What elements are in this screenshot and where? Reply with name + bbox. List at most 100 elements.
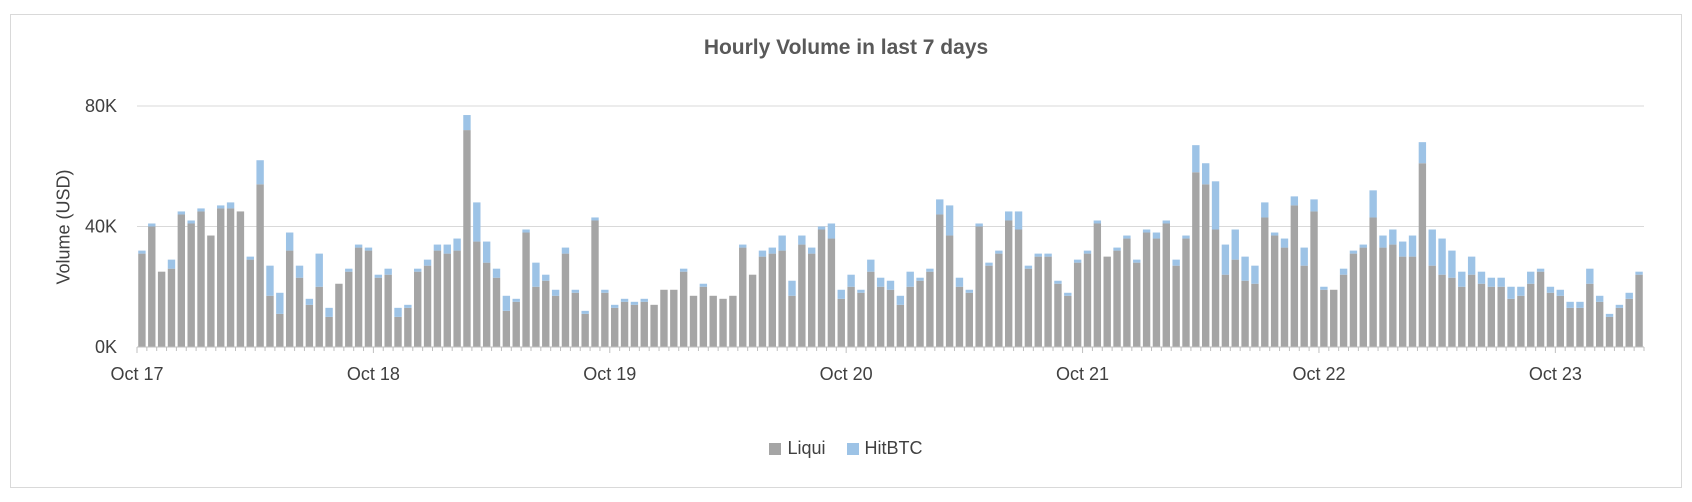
bar-liqui	[847, 286, 855, 347]
bar-liqui	[660, 289, 668, 347]
bar-hitbtc	[1458, 271, 1466, 287]
bar-hitbtc	[1280, 238, 1289, 248]
bar-liqui	[1152, 238, 1161, 347]
bar-liqui	[443, 253, 451, 347]
bar-hitbtc	[817, 226, 826, 230]
bar-hitbtc	[995, 250, 1003, 254]
bar-hitbtc	[542, 274, 550, 281]
bar-liqui	[1586, 283, 1594, 347]
bar-liqui	[926, 271, 934, 347]
bar-hitbtc	[148, 223, 156, 227]
bars	[138, 115, 1643, 347]
bar-hitbtc	[364, 247, 373, 251]
bar-liqui	[1556, 295, 1564, 347]
y-tick-label: 80K	[85, 96, 117, 116]
bar-liqui	[581, 313, 589, 347]
bar-liqui	[1448, 277, 1456, 347]
x-tick-label: Oct 23	[1529, 364, 1582, 384]
bar-hitbtc	[414, 268, 422, 272]
bar-hitbtc	[1556, 289, 1564, 296]
bar-hitbtc	[1211, 181, 1220, 230]
bar-liqui	[699, 286, 708, 347]
bar-hitbtc	[1241, 256, 1249, 281]
bar-hitbtc	[1221, 244, 1230, 275]
bar-hitbtc	[1359, 244, 1367, 248]
bar-liqui	[1428, 265, 1436, 347]
bar-hitbtc	[1507, 286, 1515, 299]
bar-liqui	[808, 253, 816, 347]
bar-liqui	[551, 295, 560, 347]
bar-liqui	[1261, 217, 1269, 347]
bar-liqui	[827, 238, 836, 347]
bar-liqui	[1044, 256, 1052, 347]
bar-liqui	[719, 298, 727, 347]
x-tick-label: Oct 20	[820, 364, 873, 384]
bar-liqui	[985, 265, 993, 347]
chart-plot: 0K40K80K Oct 17 Oct 18 Oct 19 Oct 20 Oct 21 O…	[85, 96, 1645, 384]
bar-hitbtc	[1270, 232, 1279, 236]
bar-liqui	[1369, 217, 1377, 347]
bar-hitbtc	[1487, 277, 1496, 287]
bar-liqui	[817, 229, 826, 347]
legend: Liqui HitBTC	[0, 438, 1692, 460]
bar-liqui	[571, 292, 580, 347]
bar-hitbtc	[906, 271, 914, 287]
bar-hitbtc	[1595, 295, 1604, 302]
bar-liqui	[1142, 232, 1151, 347]
legend-label-liqui: Liqui	[787, 438, 826, 458]
bar-liqui	[473, 241, 481, 347]
bar-liqui	[1320, 289, 1328, 347]
bar-hitbtc	[1398, 241, 1407, 257]
bar-liqui	[1064, 295, 1072, 347]
bar-hitbtc	[758, 250, 767, 257]
bar-liqui	[679, 271, 688, 347]
bar-hitbtc	[620, 298, 629, 302]
bar-liqui	[345, 271, 353, 347]
bar-hitbtc	[1024, 265, 1033, 269]
bar-hitbtc	[473, 202, 481, 242]
bar-liqui	[463, 130, 471, 347]
bar-hitbtc	[1083, 250, 1092, 254]
bar-liqui	[226, 208, 235, 347]
bar-hitbtc	[256, 160, 264, 185]
bar-liqui	[305, 304, 314, 347]
bar-liqui	[1201, 184, 1210, 347]
bar-hitbtc	[827, 223, 836, 239]
bar-hitbtc	[1546, 286, 1555, 293]
bar-liqui	[1162, 223, 1170, 347]
bar-liqui	[1467, 274, 1476, 347]
bar-liqui	[384, 274, 392, 347]
bar-liqui	[1073, 262, 1082, 347]
bar-liqui	[1034, 256, 1042, 347]
bar-liqui	[788, 295, 796, 347]
bar-liqui	[1005, 220, 1013, 347]
bar-liqui	[1054, 283, 1062, 347]
bar-liqui	[1487, 286, 1496, 347]
bar-hitbtc	[1123, 235, 1131, 239]
bar-hitbtc	[896, 295, 905, 305]
bar-hitbtc	[433, 244, 442, 251]
bar-hitbtc	[1605, 313, 1614, 317]
bar-hitbtc	[217, 205, 225, 209]
bar-liqui	[1280, 247, 1289, 347]
bar-hitbtc	[1497, 277, 1505, 287]
bar-hitbtc	[1349, 250, 1358, 254]
bar-hitbtc	[443, 244, 451, 254]
bar-liqui	[167, 268, 176, 347]
bar-hitbtc	[699, 283, 708, 287]
bar-liqui	[1300, 265, 1308, 347]
bar-liqui	[689, 295, 698, 347]
bar-liqui	[1083, 253, 1092, 347]
bar-liqui	[837, 298, 845, 347]
x-axis	[136, 346, 1645, 353]
bar-liqui	[512, 301, 520, 347]
bar-liqui	[601, 292, 609, 347]
bar-hitbtc	[315, 253, 323, 287]
bar-hitbtc	[1428, 229, 1436, 266]
bar-hitbtc	[936, 199, 944, 215]
bar-liqui	[285, 250, 294, 347]
bar-liqui	[1182, 238, 1190, 347]
bar-hitbtc	[581, 310, 589, 314]
bar-liqui	[798, 244, 806, 347]
bar-liqui	[1133, 262, 1141, 347]
